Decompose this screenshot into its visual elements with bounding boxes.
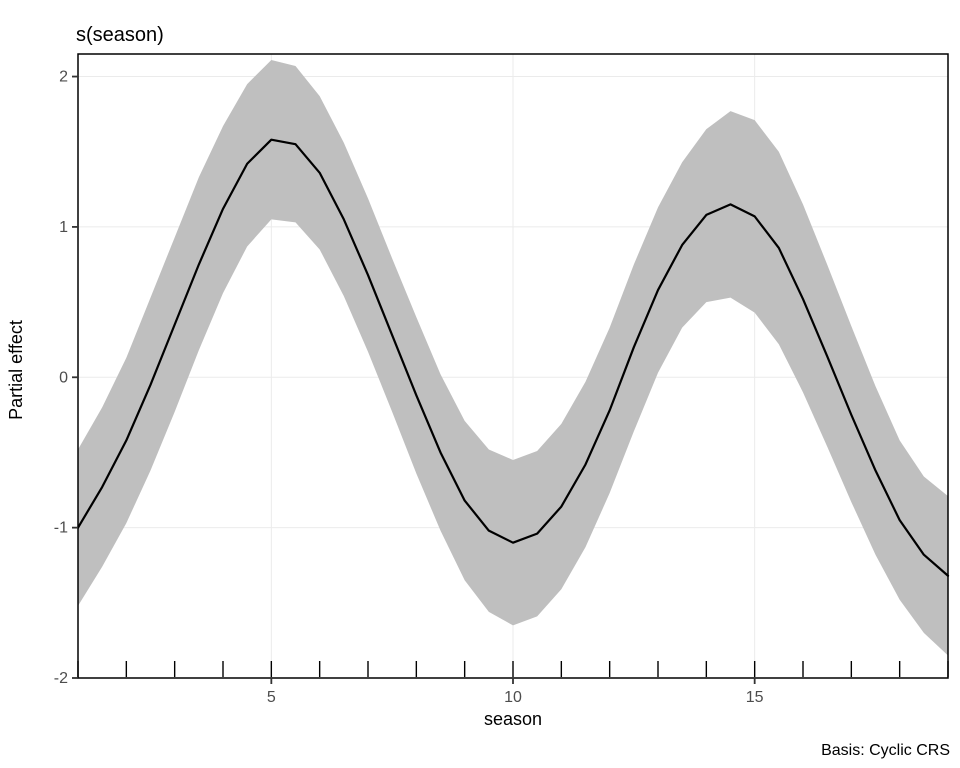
x-tick-label: 15 bbox=[746, 689, 764, 706]
chart-title: s(season) bbox=[76, 24, 164, 46]
x-tick-label: 10 bbox=[504, 689, 522, 706]
y-tick-label: 1 bbox=[59, 219, 68, 236]
y-axis-label: Partial effect bbox=[6, 320, 26, 420]
x-axis-label: season bbox=[484, 709, 542, 729]
y-tick-label: -2 bbox=[54, 670, 68, 687]
y-tick-label: -1 bbox=[54, 520, 68, 537]
x-tick-label: 5 bbox=[267, 689, 276, 706]
chart-caption: Basis: Cyclic CRS bbox=[821, 742, 950, 759]
y-tick-label: 0 bbox=[59, 369, 68, 386]
y-tick-label: 2 bbox=[59, 69, 68, 86]
chart-container: { "chart_data": { "type": "line", "title… bbox=[0, 0, 960, 768]
smooth-effect-plot: s(season) season Partial effect Basis: C… bbox=[0, 0, 960, 768]
